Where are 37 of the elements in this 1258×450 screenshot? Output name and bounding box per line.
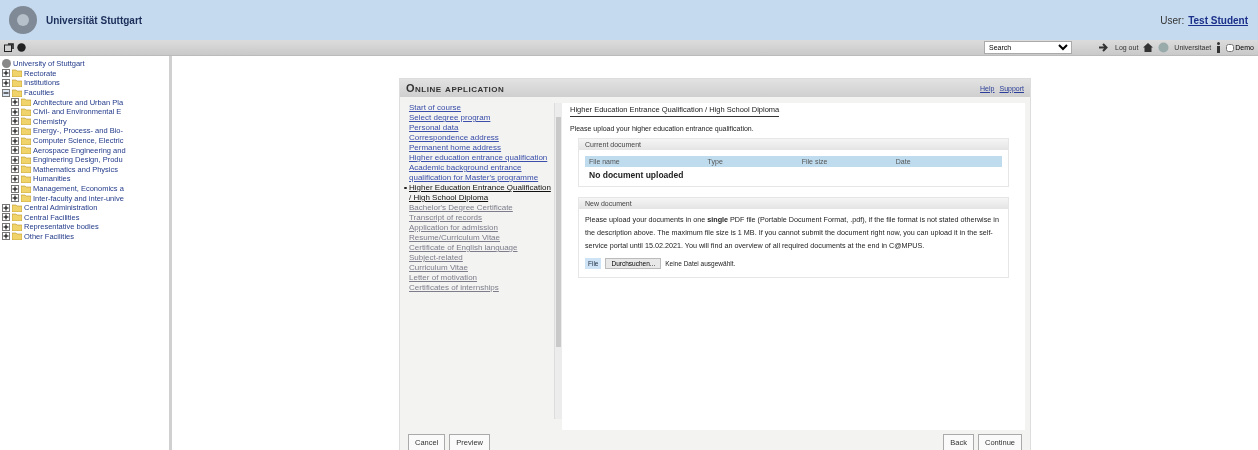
expand-icon[interactable] bbox=[11, 165, 19, 174]
step-link[interactable]: Academic background entrance qualification for Master's programme bbox=[409, 163, 552, 183]
step-link[interactable]: Start of course bbox=[409, 103, 552, 113]
expand-icon[interactable] bbox=[11, 194, 19, 203]
home-icon[interactable] bbox=[1143, 43, 1154, 52]
collapse-icon[interactable] bbox=[2, 88, 10, 97]
demo-checkbox[interactable] bbox=[1226, 43, 1235, 52]
expand-icon[interactable] bbox=[2, 69, 10, 78]
user-link[interactable]: Test Student bbox=[1188, 14, 1248, 26]
expand-icon[interactable] bbox=[2, 79, 10, 87]
expand-icon[interactable] bbox=[2, 203, 10, 212]
expand-icon[interactable] bbox=[2, 232, 10, 241]
user-label: User: bbox=[1160, 14, 1185, 26]
step-link[interactable]: Higher Education Entrance Qualification / High School Diploma bbox=[409, 183, 552, 203]
step-link[interactable]: Select degree program bbox=[409, 113, 552, 123]
expand-icon[interactable] bbox=[11, 136, 19, 145]
logout-icon bbox=[1099, 43, 1110, 52]
expand-icon[interactable] bbox=[11, 117, 19, 126]
site-name: Universität Stuttgart bbox=[46, 14, 143, 26]
step-link[interactable]: Correspondence address bbox=[409, 133, 552, 143]
step-link[interactable]: Permanent home address bbox=[409, 143, 552, 153]
expand-icon[interactable] bbox=[4, 43, 14, 52]
info-icon[interactable] bbox=[1216, 42, 1222, 53]
expand-icon[interactable] bbox=[2, 222, 10, 231]
expand-icon[interactable] bbox=[11, 107, 19, 116]
expand-icon[interactable] bbox=[11, 155, 19, 164]
step-link[interactable]: Personal data bbox=[409, 123, 552, 133]
expand-icon[interactable] bbox=[11, 126, 19, 135]
expand-icon[interactable] bbox=[11, 146, 19, 155]
expand-icon[interactable] bbox=[11, 98, 19, 107]
panel-title: Online application bbox=[406, 82, 505, 94]
university-seal-icon bbox=[8, 5, 38, 35]
step-link[interactable]: Higher education entrance qualification bbox=[409, 153, 552, 163]
empty-message: No document uploaded bbox=[588, 169, 685, 182]
expand-icon[interactable] bbox=[2, 213, 10, 222]
expand-icon[interactable] bbox=[11, 184, 19, 193]
expand-icon[interactable] bbox=[11, 174, 19, 183]
